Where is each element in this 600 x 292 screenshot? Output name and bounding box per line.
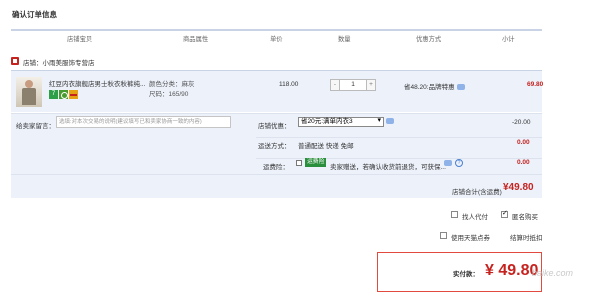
tmall-points-label[interactable]: 使用天猫点券 — [451, 232, 490, 242]
anonymous-label[interactable]: 匿名购买 — [512, 211, 538, 221]
invoice-icon[interactable] — [69, 90, 78, 99]
chat-icon[interactable] — [456, 84, 465, 91]
seven-day-return-icon[interactable]: 7 — [49, 90, 58, 99]
help-icon[interactable]: ? — [455, 159, 463, 167]
quantity-stepper: - 1 + — [330, 79, 376, 91]
store-row: 店铺：小雨美服饰专营店 — [11, 56, 542, 68]
attr-color: 颜色分类：麻灰 — [149, 81, 195, 88]
insurance-tag: 运费险 — [305, 158, 327, 167]
insurance-checkbox[interactable] — [296, 160, 302, 166]
pay-amount: ¥ 49.80 — [485, 262, 539, 279]
coupon-amount: -20.00 — [512, 119, 531, 126]
proxy-pay-label[interactable]: 找人代付 — [462, 211, 488, 221]
anonymous-checkbox[interactable] — [501, 209, 508, 218]
tmall-points-checkbox[interactable] — [440, 232, 447, 239]
order-item-row: 红豆内衣旗舰店男士秋衣秋裤纯... 7 颜色分类：麻灰 尺码：165/90 11… — [11, 70, 544, 112]
col-subtotal: 小计 — [502, 36, 515, 43]
shipping-amount: 0.00 — [517, 139, 530, 146]
divider — [11, 174, 542, 175]
promotion: 省48.20:品牌特惠 — [404, 81, 465, 91]
col-store-item: 店铺宝贝 — [67, 36, 93, 43]
coupon-select[interactable]: 省20元:满单内衣3 — [298, 117, 384, 127]
item-subtotal: 69.80 — [527, 81, 544, 88]
watermark: baike.com — [532, 268, 574, 278]
store-icon — [11, 57, 19, 65]
message-input[interactable]: 选填:对本次交易的说明(建议填写已和卖家协商一致的内容) — [56, 116, 231, 128]
store-total-label: 店铺合计(含运费) — [452, 189, 502, 196]
message-label: 给卖家留言： — [16, 123, 55, 130]
table-header: 店铺宝贝 商品属性 单价 数量 优惠方式 小计 — [11, 29, 542, 43]
col-discount: 优惠方式 — [416, 36, 442, 43]
unit-price: 118.00 — [279, 81, 299, 88]
insurance-label: 运费险： — [263, 164, 289, 171]
product-thumbnail[interactable] — [16, 77, 42, 107]
divider — [256, 158, 542, 159]
divider — [256, 137, 542, 138]
store-name[interactable]: 店铺：小雨美服饰专营店 — [23, 57, 95, 67]
col-price: 单价 — [270, 36, 283, 43]
coupon-label: 店铺优惠： — [258, 123, 291, 130]
col-attributes: 商品属性 — [183, 36, 209, 43]
proxy-pay-checkbox[interactable] — [451, 211, 458, 218]
shipping-method: 普通配送 快递 免邮 — [298, 143, 354, 150]
increment-button[interactable]: + — [366, 79, 376, 91]
chat-icon[interactable] — [444, 160, 452, 166]
store-total-value: ¥49.80 — [503, 182, 534, 193]
attr-size: 尺码：165/90 — [149, 91, 189, 98]
pay-label: 实付款： — [453, 271, 479, 278]
product-title[interactable]: 红豆内衣旗舰店男士秋衣秋裤纯... — [49, 78, 145, 88]
service-badges: 7 — [49, 90, 79, 99]
guarantee-icon[interactable] — [59, 90, 68, 99]
shipping-label: 运送方式： — [258, 143, 291, 150]
insurance-text: 卖家赠送，若确认收货前退货，可获保... — [330, 164, 446, 171]
promotion-text: 省48.20:品牌特惠 — [404, 84, 455, 91]
settle-deduct-label: 结算时抵扣 — [510, 235, 543, 242]
page-title: 确认订单信息 — [12, 10, 57, 19]
col-quantity: 数量 — [338, 36, 351, 43]
decrement-button[interactable]: - — [330, 79, 340, 91]
chat-icon[interactable] — [386, 118, 394, 124]
quantity-input[interactable]: 1 — [340, 79, 366, 91]
insurance-amount: 0.00 — [517, 159, 530, 166]
